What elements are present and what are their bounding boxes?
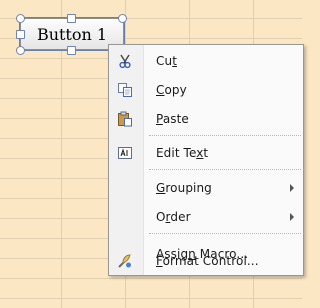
menu-item-grouping[interactable]: Grouping — [109, 175, 303, 201]
paste-icon — [117, 111, 133, 127]
resize-handle-left[interactable] — [16, 30, 25, 39]
edit-text-icon — [117, 145, 133, 161]
menu-item-edit-text-label: Edit Text — [156, 146, 209, 160]
menu-item-format-control[interactable]: Format Control... — [109, 248, 303, 274]
format-control-icon — [117, 253, 133, 269]
menu-separator — [149, 169, 301, 170]
resize-handle-bottom[interactable] — [67, 46, 76, 55]
menu-item-copy-label: Copy — [156, 83, 187, 97]
submenu-arrow-icon — [290, 213, 294, 221]
menu-item-copy[interactable]: Copy — [109, 77, 303, 103]
menu-separator — [149, 233, 301, 234]
menu-item-order-label: Order — [156, 210, 191, 224]
menu-item-cut[interactable]: Cut — [109, 48, 303, 74]
scissors-icon — [117, 53, 133, 69]
resize-handle-top-left[interactable] — [16, 14, 25, 23]
form-button-label: Button 1 — [36, 24, 108, 44]
menu-item-grouping-label: Grouping — [156, 181, 212, 195]
resize-handle-bottom-left[interactable] — [16, 46, 25, 55]
menu-item-paste[interactable]: Paste — [109, 106, 303, 132]
menu-separator — [149, 135, 301, 136]
copy-icon — [117, 82, 133, 98]
menu-item-order[interactable]: Order — [109, 204, 303, 230]
menu-item-cut-label: Cut — [156, 54, 177, 68]
menu-item-paste-label: Paste — [156, 112, 189, 126]
menu-item-edit-text[interactable]: Edit Text — [109, 140, 303, 166]
menu-item-format-control-label: Format Control... — [156, 254, 259, 268]
submenu-arrow-icon — [290, 184, 294, 192]
context-menu: Cut Copy Paste Edit Text Grouping Order … — [108, 44, 304, 276]
resize-handle-top[interactable] — [67, 14, 76, 23]
resize-handle-top-right[interactable] — [118, 14, 127, 23]
